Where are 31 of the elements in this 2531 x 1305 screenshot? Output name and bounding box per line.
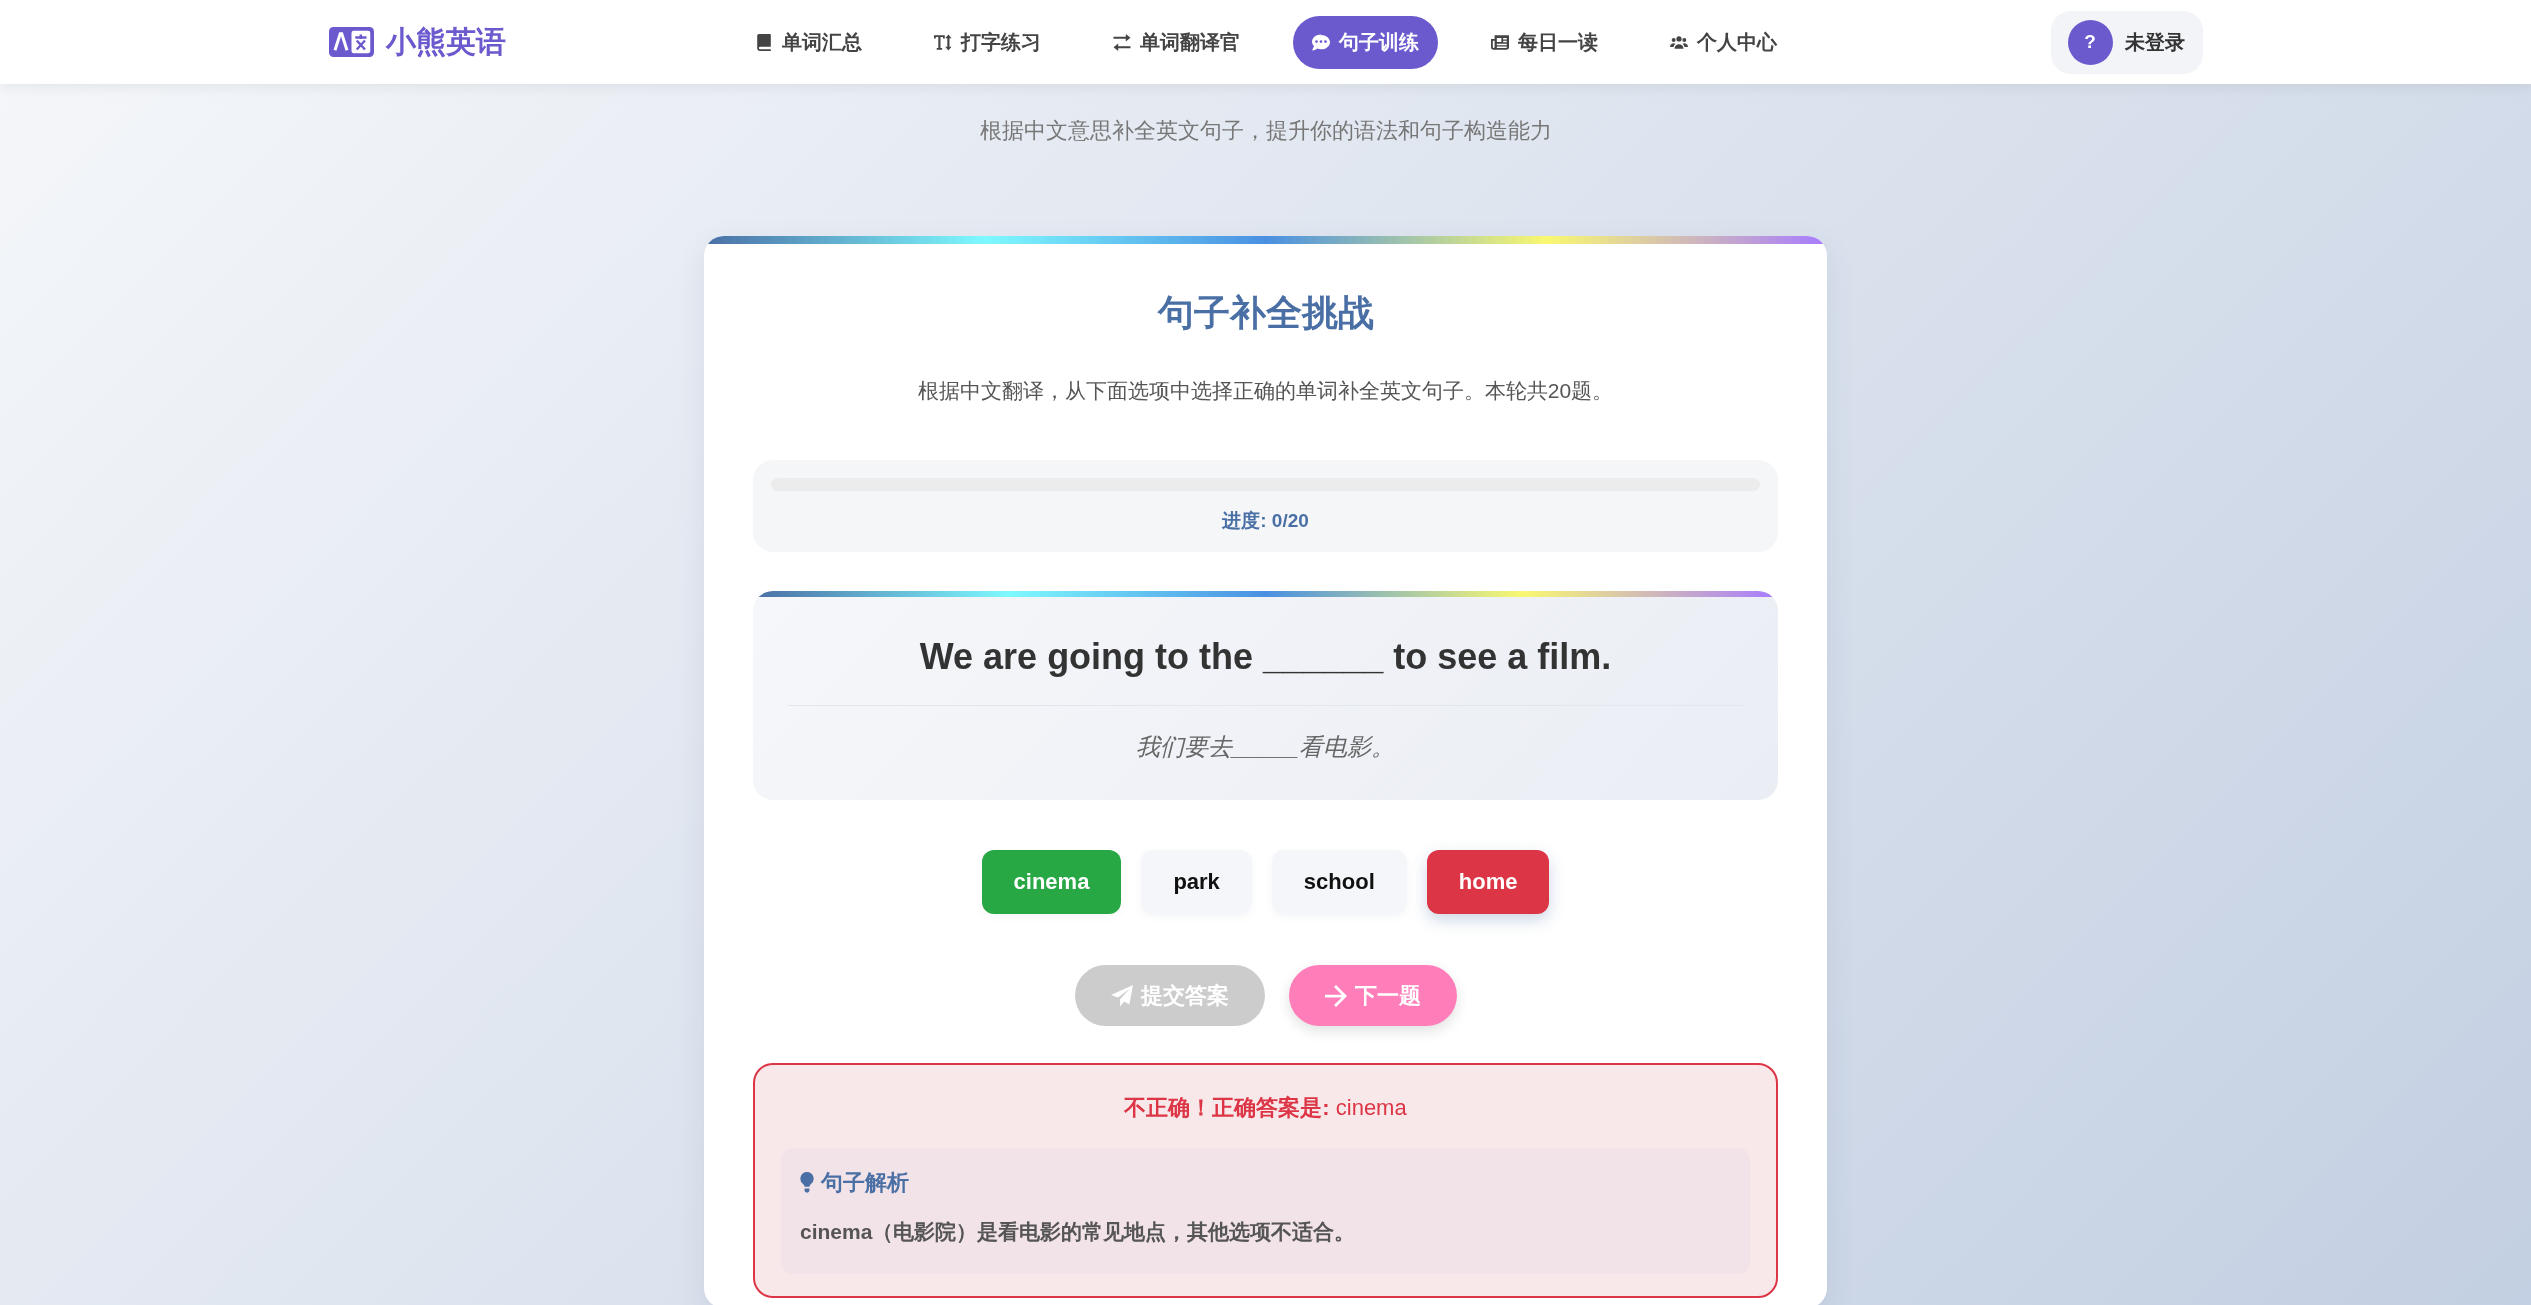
question-sentence: We are going to the ______ to see a film. xyxy=(918,635,1613,679)
option-button[interactable]: park xyxy=(1141,850,1252,914)
nav-tab[interactable]: 每日一读 xyxy=(1471,15,1617,69)
nav-tab[interactable]: 单词汇总 xyxy=(735,15,881,69)
explanation-text: cinema（电影院）是看电影的常见地点，其他选项不适合。 xyxy=(800,1219,1357,1245)
nav-tab[interactable]: 单词翻译官 xyxy=(1093,15,1259,69)
text-height-icon xyxy=(933,33,952,51)
avatar: ? xyxy=(2067,19,2113,65)
logo-text[interactable]: 小熊英语 xyxy=(385,24,506,60)
translation-text: 我们要去_____看电影。 xyxy=(1135,732,1396,762)
nav-tab[interactable]: 个人中心 xyxy=(1650,15,1796,69)
nav-tab[interactable]: 句子训练 xyxy=(1292,15,1438,69)
instructions-text: 根据中文翻译，从下面选项中选择正确的单词补全英文句子。本轮共20题。 xyxy=(916,378,1615,404)
book-icon xyxy=(754,33,773,51)
progress-label: 进度: 0/20 xyxy=(1221,509,1310,533)
logo-icon xyxy=(328,27,374,57)
newspaper-icon xyxy=(1490,33,1509,51)
exchange-arrows-icon xyxy=(1112,33,1131,51)
arrow-right-icon xyxy=(1324,984,1347,1007)
lightbulb-icon xyxy=(800,1172,814,1194)
option-button[interactable]: school xyxy=(1271,850,1407,914)
nav-tab[interactable]: 打字练习 xyxy=(914,15,1060,69)
feedback-message: 不正确！正确答案是: cinema xyxy=(1123,1094,1408,1122)
explanation-title: 句子解析 xyxy=(821,1169,909,1197)
users-icon xyxy=(1669,33,1688,51)
user-button[interactable]: ? 未登录 xyxy=(2050,10,2203,74)
paper-plane-icon xyxy=(1110,984,1133,1007)
card-title: 句子补全挑战 xyxy=(1156,291,1375,335)
speech-bubble-icon xyxy=(1311,33,1330,51)
page-subtitle: 根据中文意思补全英文句子，提升你的语法和句子构造能力 xyxy=(979,117,1552,145)
option-button[interactable]: home xyxy=(1426,850,1550,914)
